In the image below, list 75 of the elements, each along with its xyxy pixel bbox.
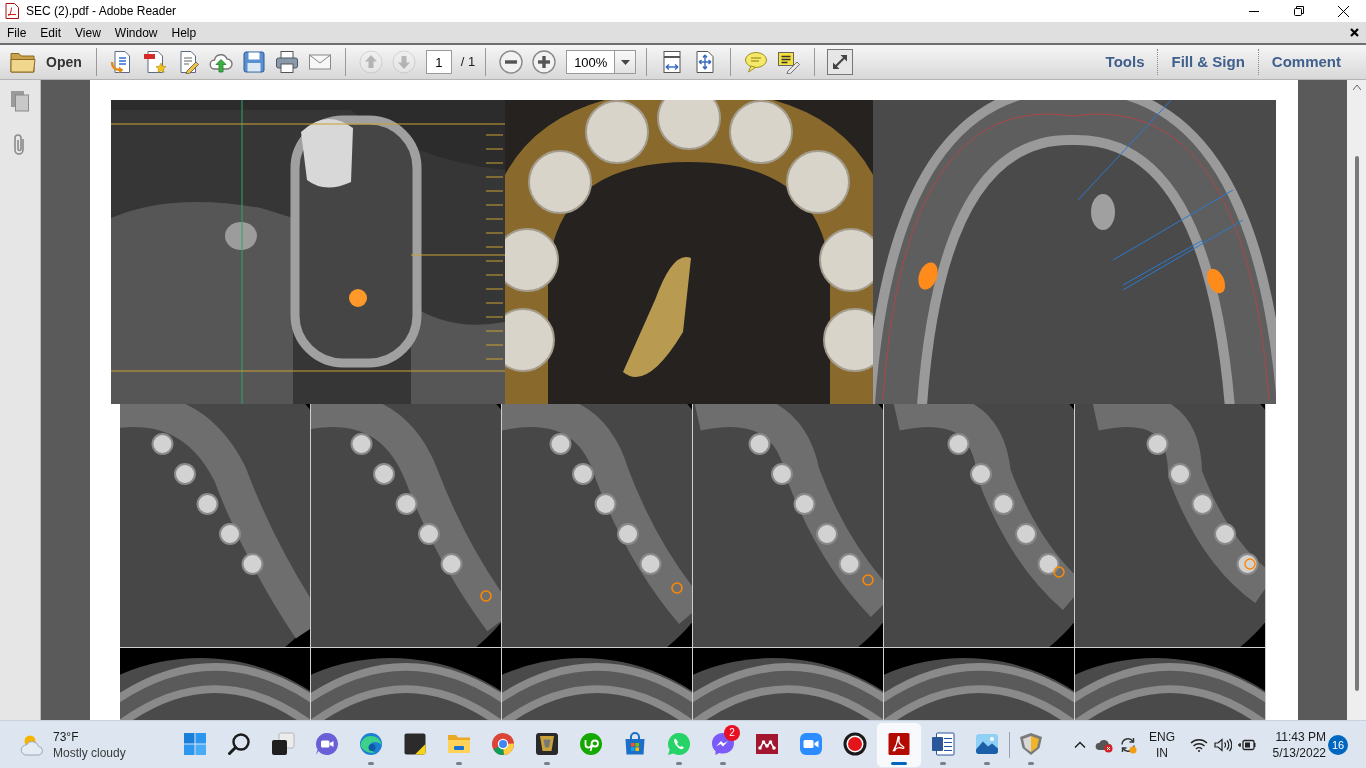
menu-item[interactable]: File (1, 22, 33, 43)
weather-widget[interactable]: 73°F Mostly cloudy (0, 722, 173, 767)
shopping-bag-icon (623, 731, 647, 756)
menu-item[interactable]: Window (108, 22, 164, 43)
search-icon (227, 731, 251, 756)
zoom-dropdown-button[interactable] (615, 50, 637, 74)
shield-logo-icon (1019, 731, 1043, 756)
pdf-document-icon (5, 3, 19, 19)
speaker-icon (1214, 737, 1232, 752)
network-tile-icon (755, 731, 779, 756)
zoom-field[interactable]: 100% (566, 50, 616, 74)
close-icon (1338, 5, 1349, 17)
pdf-reader-button[interactable] (877, 722, 921, 767)
running-indicator-icon (1028, 761, 1034, 765)
overlapping-squares-icon (271, 731, 295, 756)
scroll-up-icon (1352, 85, 1361, 90)
open-button[interactable]: Open (8, 47, 86, 77)
document-tile-icon (931, 731, 955, 756)
record-icon (843, 731, 867, 756)
caret-icon (620, 59, 630, 65)
running-indicator-icon (676, 761, 682, 765)
save-icon (241, 50, 266, 74)
sync-icon (1119, 735, 1137, 754)
messenger-button[interactable]: 2 (701, 722, 745, 767)
pages-button[interactable] (8, 89, 32, 113)
note-pen-icon (777, 50, 802, 74)
restore-icon (1293, 6, 1304, 16)
document-star-icon (142, 50, 167, 74)
ring-logo-icon (491, 731, 515, 756)
menu-item[interactable]: View (69, 22, 107, 43)
round-logo-icon (579, 731, 603, 756)
plus-circle-icon (532, 50, 557, 74)
pages-icon (10, 90, 30, 112)
speech-bubble-icon (744, 50, 769, 74)
running-indicator-icon (456, 761, 462, 765)
page-count: / 1 (460, 53, 476, 72)
minimize-icon (1248, 10, 1259, 12)
page-number-field[interactable]: 1 (425, 50, 452, 74)
running-indicator-icon (984, 761, 990, 765)
pdf-logo-icon (887, 731, 911, 756)
panel-tab[interactable]: Fill & Sign (1157, 49, 1258, 75)
chevron-up-icon (1074, 741, 1086, 748)
menu-item[interactable]: Edit (34, 22, 68, 43)
cube-logo-icon (535, 731, 559, 756)
clock-button[interactable]: 11:43 PM 5/13/2022 (1260, 724, 1326, 765)
wave-logo-icon (359, 731, 383, 756)
video-camera-icon (799, 731, 823, 756)
running-indicator-icon (544, 761, 550, 765)
camera-bubble-icon (315, 731, 339, 756)
panel-tab[interactable]: Comment (1257, 49, 1354, 75)
expand-arrows-icon (827, 49, 854, 75)
battery-icon (1238, 737, 1256, 752)
running-indicator-icon (720, 761, 726, 765)
sticky-note-icon (403, 731, 427, 756)
landscape-icon (975, 731, 999, 756)
wifi-icon (1190, 737, 1208, 752)
language-button[interactable]: ENG IN (1142, 724, 1182, 765)
arrow-down-icon (391, 50, 416, 74)
running-indicator-icon (368, 761, 374, 765)
full-screen-button[interactable] (825, 47, 856, 77)
printer-icon (274, 50, 299, 74)
folder-icon (10, 51, 36, 73)
menu-item[interactable]: Help (165, 22, 203, 43)
scrollbar-thumb[interactable] (1354, 156, 1359, 691)
running-indicator-icon (940, 761, 946, 765)
phone-bubble-icon (667, 731, 691, 756)
notification-count[interactable]: 16 (1328, 734, 1348, 755)
active-indicator-icon (891, 761, 907, 765)
notification-badge: 2 (724, 724, 740, 741)
panel-tab[interactable]: Tools (1092, 49, 1158, 75)
four-panes-icon (183, 731, 207, 756)
close-icon (1349, 28, 1359, 37)
minus-circle-icon (499, 50, 524, 74)
arrow-up-icon (358, 50, 383, 74)
window-title: SEC (2).pdf - Adobe Reader (26, 3, 177, 20)
